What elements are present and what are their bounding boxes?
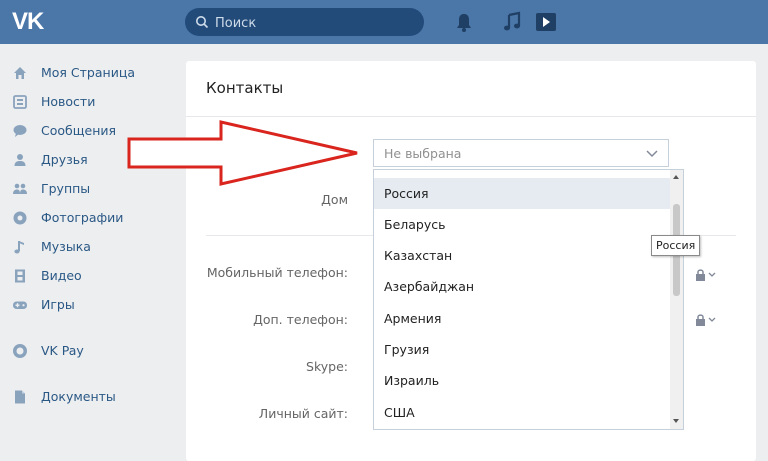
sidebar-item-label: Игры bbox=[41, 297, 75, 312]
home-icon bbox=[14, 67, 26, 79]
tooltip: Россия bbox=[651, 235, 701, 256]
scroll-down-icon[interactable] bbox=[673, 419, 679, 423]
video-icon bbox=[15, 269, 25, 283]
country-option[interactable]: США bbox=[374, 397, 670, 428]
home-label: Дом bbox=[321, 192, 348, 207]
sidebar-item-video[interactable]: Видео bbox=[0, 261, 180, 290]
country-option[interactable]: Грузия bbox=[374, 334, 670, 365]
sidebar: Моя Страница Новости Сообщения Друзья Гр… bbox=[0, 58, 180, 411]
page-title: Контакты bbox=[206, 79, 284, 97]
country-option[interactable]: Израиль bbox=[374, 365, 670, 396]
country-option[interactable]: Азербайджан bbox=[374, 271, 670, 302]
sidebar-separator bbox=[0, 319, 180, 336]
games-icon bbox=[13, 301, 27, 309]
messages-icon bbox=[13, 125, 27, 137]
music-note-icon[interactable] bbox=[501, 11, 523, 33]
sidebar-item-label: Группы bbox=[41, 181, 91, 196]
sidebar-item-music[interactable]: Музыка bbox=[0, 232, 180, 261]
sidebar-item-label: Фотографии bbox=[41, 210, 124, 225]
lock-icon[interactable] bbox=[694, 268, 718, 282]
news-icon bbox=[13, 95, 27, 109]
website-label: Личный сайт: bbox=[258, 406, 348, 421]
mobile-phone-label: Мобильный телефон: bbox=[206, 265, 348, 280]
lock-icon[interactable] bbox=[694, 313, 718, 327]
music-icon bbox=[14, 241, 24, 254]
friends-icon bbox=[14, 154, 26, 166]
sidebar-item-games[interactable]: Игры bbox=[0, 290, 180, 319]
extra-phone-label: Доп. телефон: bbox=[253, 312, 348, 327]
sidebar-item-label: Новости bbox=[41, 94, 96, 109]
scroll-up-icon[interactable] bbox=[673, 175, 679, 179]
country-option[interactable]: Армения bbox=[374, 303, 670, 334]
chevron-down-icon bbox=[646, 150, 658, 158]
sidebar-item-label: Друзья bbox=[41, 152, 88, 167]
country-dropdown-list[interactable]: Россия Беларусь Казахстан Азербайджан Ар… bbox=[373, 169, 684, 430]
sidebar-item-photos[interactable]: Фотографии bbox=[0, 203, 180, 232]
sidebar-item-label: Видео bbox=[41, 268, 82, 283]
sidebar-item-vk-pay[interactable]: VK Pay bbox=[0, 336, 180, 365]
vk-logo[interactable]: VK bbox=[12, 9, 48, 35]
sidebar-item-label: Сообщения bbox=[41, 123, 117, 138]
camera-icon bbox=[13, 211, 27, 225]
sidebar-item-label: Документы bbox=[41, 389, 116, 404]
sidebar-item-label: Моя Страница bbox=[41, 65, 135, 80]
sidebar-item-label: Музыка bbox=[41, 239, 91, 254]
country-option[interactable]: Казахстан bbox=[374, 240, 670, 271]
vkpay-icon bbox=[13, 344, 27, 358]
search-icon bbox=[196, 16, 209, 29]
divider bbox=[186, 116, 756, 117]
country-option[interactable]: Беларусь bbox=[374, 209, 670, 240]
skype-label: Skype: bbox=[306, 359, 348, 374]
sidebar-item-label: VK Pay bbox=[41, 343, 84, 358]
documents-icon bbox=[15, 390, 25, 404]
search-box[interactable] bbox=[185, 8, 424, 36]
country-select[interactable]: Не выбрана bbox=[373, 139, 669, 167]
bell-icon[interactable] bbox=[453, 11, 475, 33]
top-bar: VK bbox=[0, 0, 768, 44]
sidebar-item-my-page[interactable]: Моя Страница bbox=[0, 58, 180, 87]
sidebar-item-news[interactable]: Новости bbox=[0, 87, 180, 116]
annotation-arrow bbox=[127, 120, 358, 186]
country-option[interactable]: Россия bbox=[374, 178, 670, 209]
groups-icon bbox=[13, 183, 27, 194]
sidebar-item-documents[interactable]: Документы bbox=[0, 382, 180, 411]
sidebar-separator bbox=[0, 365, 180, 382]
country-value: Не выбрана bbox=[384, 146, 462, 161]
play-icon[interactable] bbox=[535, 11, 557, 33]
search-input[interactable] bbox=[213, 12, 417, 34]
